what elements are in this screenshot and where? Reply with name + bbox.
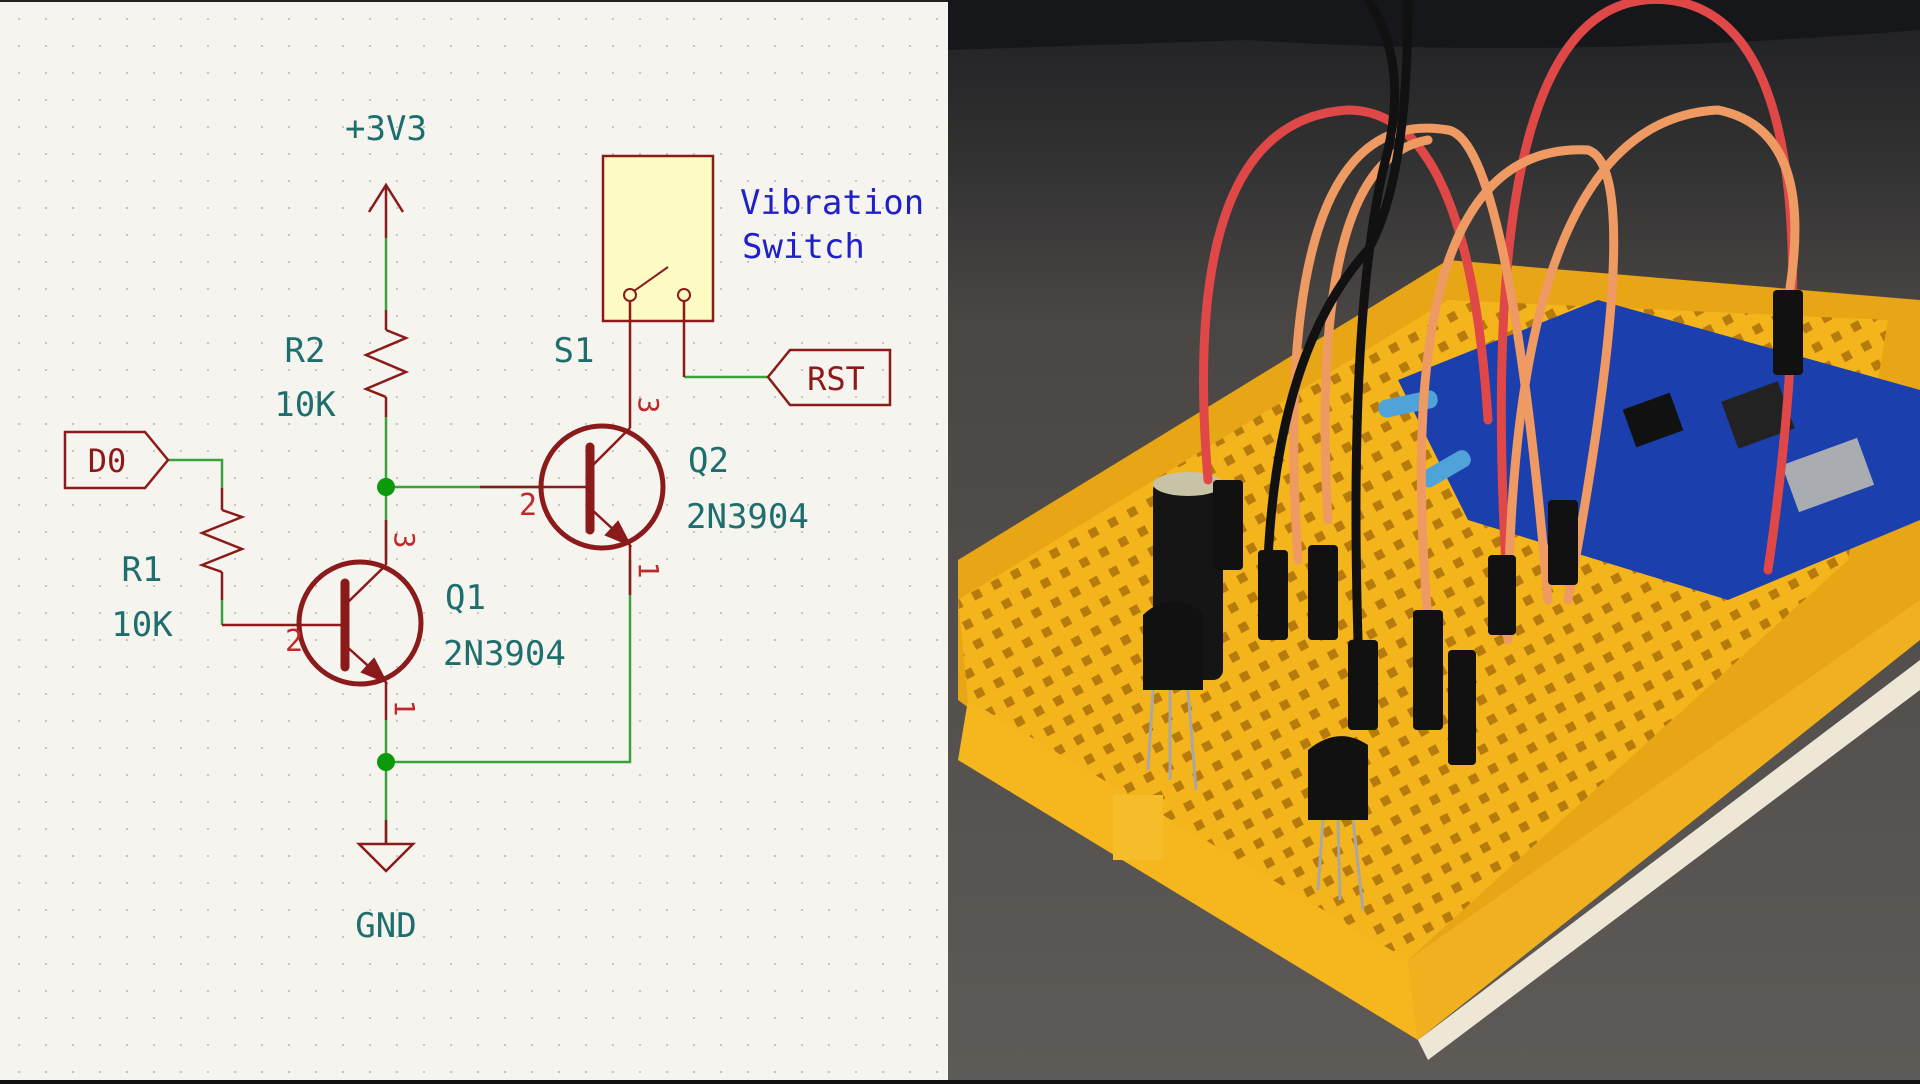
rst-text: RST (807, 360, 865, 398)
q2-ref: Q2 (688, 441, 729, 481)
breadboard-clip (1113, 795, 1163, 860)
q2-value: 2N3904 (686, 497, 809, 537)
q1-ref: Q1 (445, 578, 486, 618)
note-switch: Switch (742, 227, 865, 267)
s1-ref: S1 (554, 331, 595, 371)
junction-node-a (377, 478, 395, 496)
ground-label: GND (355, 906, 416, 946)
r2-ref: R2 (285, 331, 326, 371)
schematic-panel: +3V3 R2 10K R1 10K D0 2 3 1 Q1 2N3904 2 … (0, 0, 948, 1080)
photo-canvas (948, 0, 1920, 1080)
grid (0, 0, 948, 1080)
q1-pin-collector: 3 (388, 532, 421, 549)
q2-pin-base: 2 (519, 488, 537, 523)
q1-value: 2N3904 (443, 634, 566, 674)
schematic-canvas: +3V3 R2 10K R1 10K D0 2 3 1 Q1 2N3904 2 … (0, 0, 948, 1080)
breadboard-photo (948, 0, 1920, 1080)
r1-ref: R1 (122, 550, 163, 590)
note-vibration: Vibration (740, 183, 924, 223)
q1-pin-emitter: 1 (388, 700, 421, 717)
junction-node-b (377, 753, 395, 771)
q2-pin-collector: 3 (632, 397, 665, 414)
q1-pin-base: 2 (285, 624, 303, 659)
r1-value: 10K (111, 605, 173, 645)
power-label: +3V3 (345, 109, 427, 149)
q2-pin-emitter: 1 (632, 562, 665, 579)
d0-text: D0 (88, 442, 127, 480)
r2-value: 10K (274, 385, 336, 425)
